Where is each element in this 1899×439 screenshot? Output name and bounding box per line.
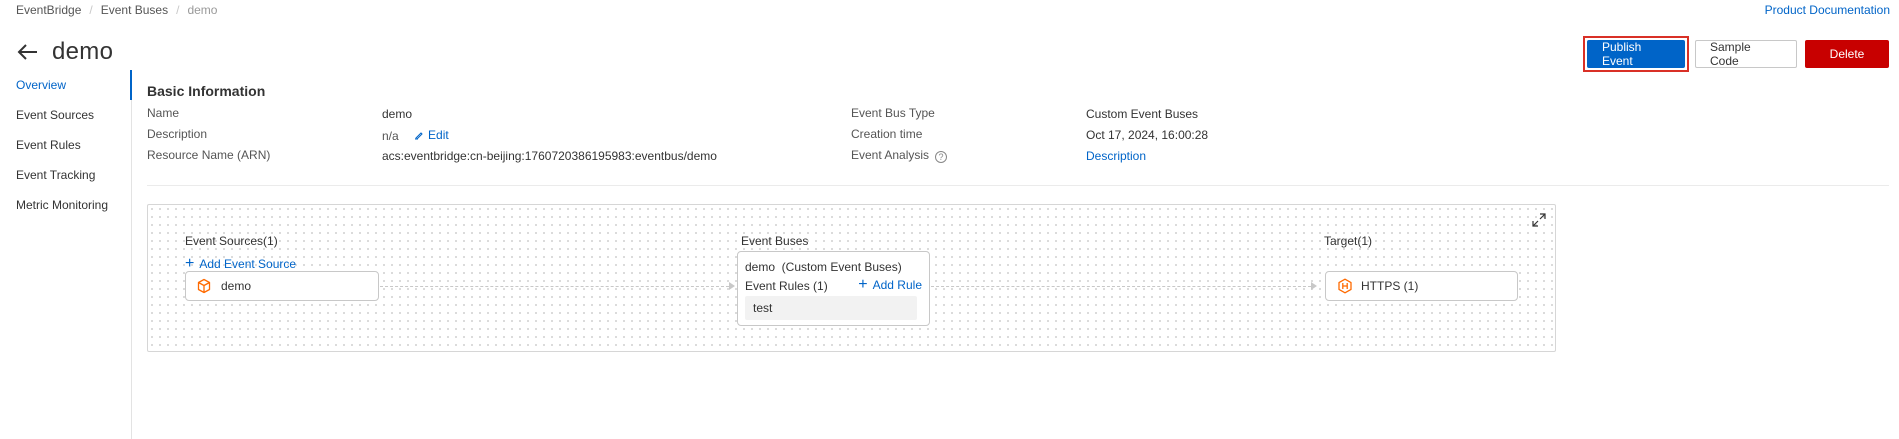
connector-source-bus [380,286,729,287]
breadcrumb-current: demo [187,3,218,17]
edit-icon [415,132,423,140]
bus-type-label: Event Bus Type [851,106,935,120]
event-bus-name: demo (Custom Event Buses) [745,260,902,274]
source-cube-icon [197,278,211,294]
target-node[interactable]: HTTPS (1) [1325,271,1518,301]
divider [147,185,1889,186]
product-documentation-link[interactable]: Product Documentation [1765,3,1890,17]
add-rule-button[interactable]: + Add Rule [858,276,922,293]
section-title: Basic Information [147,83,266,99]
event-source-node[interactable]: demo [185,271,379,301]
description-label: Description [147,127,208,141]
arn-value: acs:eventbridge:cn-beijing:1760720386195… [382,149,717,163]
topology-canvas: Event Sources(1) + Add Event Source demo… [147,204,1556,352]
description-value: n/a [382,129,399,143]
add-event-source-label: Add Event Source [199,257,297,271]
target-name: HTTPS (1) [1361,279,1419,293]
event-rules-label: Event Rules (1) [745,279,828,293]
fullscreen-expand-icon[interactable] [1532,213,1546,227]
event-source-name: demo [221,279,252,293]
https-hexagon-icon [1338,278,1352,294]
add-event-source-button[interactable]: + Add Event Source [185,255,297,272]
creation-time-value: Oct 17, 2024, 16:00:28 [1086,128,1209,142]
event-analysis-description-link[interactable]: Description [1086,149,1146,163]
event-analysis-text: Event Analysis [851,148,930,162]
publish-event-button[interactable]: Publish Event [1587,40,1685,68]
back-arrow-icon[interactable] [16,40,40,64]
breadcrumb-separator: / [176,3,180,17]
arn-label: Resource Name (ARN) [147,148,271,162]
add-rule-label: Add Rule [872,278,922,292]
page-header: demo [16,38,113,66]
event-buses-title: Event Buses [741,234,809,248]
plus-icon: + [858,276,868,293]
side-navigation: Overview Event Sources Event Rules Event… [0,70,132,439]
event-analysis-label: Event Analysis? [851,148,948,163]
event-rule-item[interactable]: test [745,296,917,320]
event-bus-card: demo (Custom Event Buses) Event Rules (1… [737,251,930,326]
bus-type-value: Custom Event Buses [1086,107,1199,121]
delete-button[interactable]: Delete [1805,40,1889,68]
event-sources-title: Event Sources(1) [185,234,278,248]
publish-event-focus-ring: Publish Event [1583,36,1689,72]
nav-event-tracking[interactable]: Event Tracking [0,160,131,190]
nav-event-sources[interactable]: Event Sources [0,100,131,130]
header-actions: Publish Event Sample Code Delete [1583,36,1889,72]
edit-label: Edit [428,128,449,142]
help-icon[interactable]: ? [935,151,948,163]
nav-metric-monitoring[interactable]: Metric Monitoring [0,190,131,220]
sample-code-button[interactable]: Sample Code [1695,40,1797,68]
nav-overview[interactable]: Overview [0,70,132,100]
target-title: Target(1) [1324,234,1373,248]
plus-icon: + [185,255,195,272]
connector-bus-target [931,286,1311,287]
description-value-row: n/a Edit [382,128,449,143]
page-title: demo [52,38,114,65]
connector-arrow-icon [1311,282,1317,290]
nav-event-rules[interactable]: Event Rules [0,130,131,160]
breadcrumb: EventBridge / Event Buses / demo [16,3,217,17]
edit-description-button[interactable]: Edit [414,128,449,142]
breadcrumb-eventbridge[interactable]: EventBridge [16,3,81,17]
breadcrumb-separator: / [89,3,93,17]
name-value: demo [382,107,413,121]
creation-time-label: Creation time [851,127,923,141]
connector-arrow-icon [729,282,735,290]
name-label: Name [147,106,180,120]
breadcrumb-event-buses[interactable]: Event Buses [101,3,168,17]
